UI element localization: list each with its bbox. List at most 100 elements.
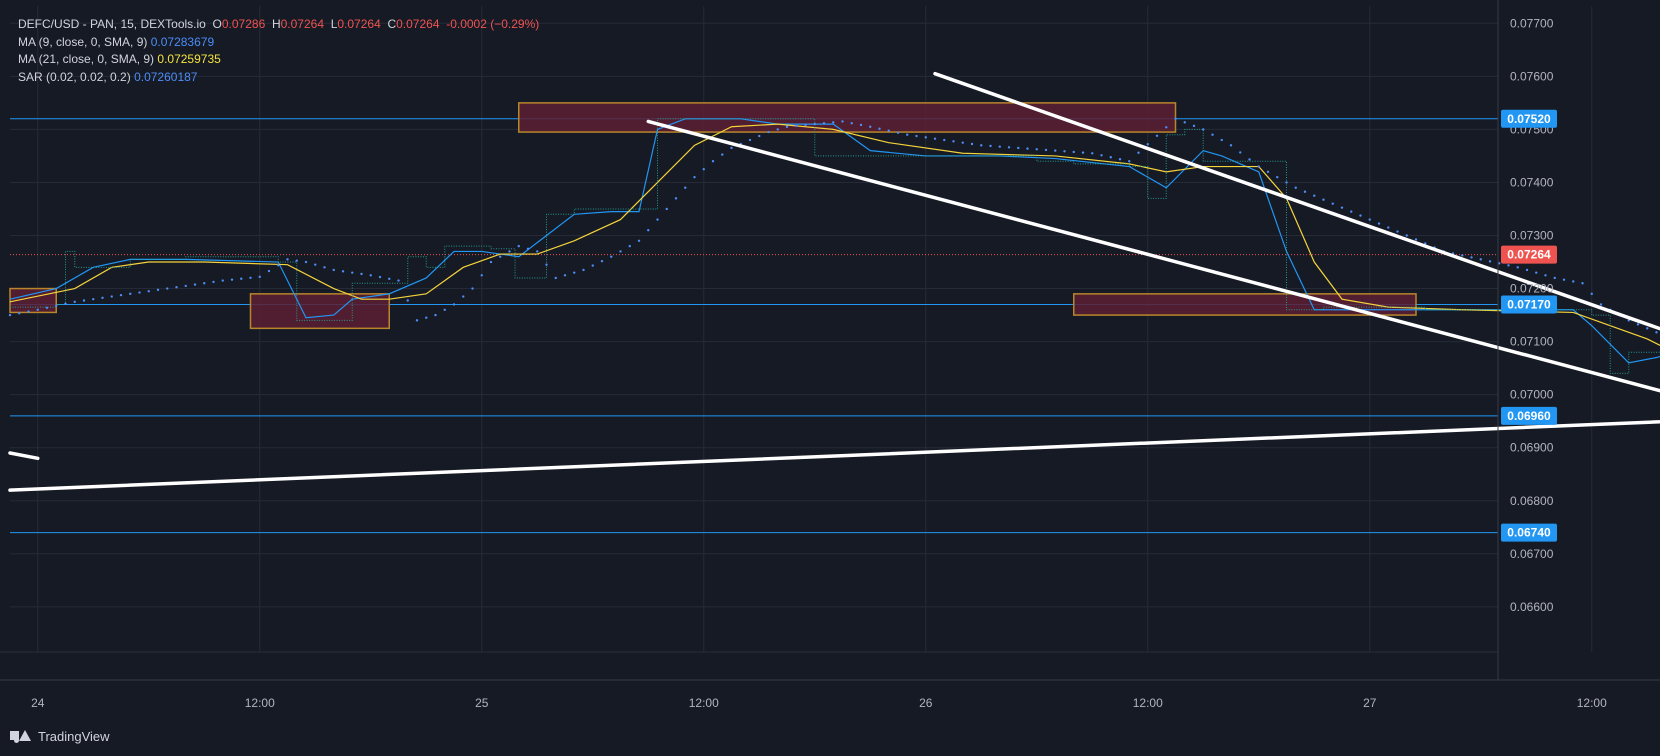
- sar-dot: [748, 138, 752, 142]
- legend-symbol-row: DEFC/USD - PAN, 15, DEXTools.io O0.07286…: [18, 16, 539, 34]
- sar-dot: [1285, 181, 1288, 184]
- sar-dot: [610, 255, 613, 258]
- sar-dot: [674, 197, 678, 200]
- sar-dot: [1387, 226, 1390, 229]
- sar-dot: [45, 306, 49, 309]
- legend-ma9[interactable]: MA (9, close, 0, SMA, 9) 0.07283679: [18, 34, 539, 52]
- sar-dot: [1581, 282, 1584, 285]
- sar-dot: [1276, 175, 1279, 179]
- y-tick-label: 0.07100: [1510, 335, 1554, 349]
- sar-dot: [665, 207, 668, 211]
- sar-dot: [554, 276, 557, 280]
- time-axis-ticks: 2412:002512:002612:002712:002812:002912:…: [31, 696, 1607, 710]
- sar-dot: [443, 308, 446, 311]
- sar-dot: [1479, 258, 1482, 261]
- trend-line: [8, 451, 40, 461]
- sar-dot: [693, 175, 696, 179]
- sar-dot: [175, 286, 178, 289]
- x-tick-label: 24: [31, 696, 45, 710]
- y-tick-label: 0.07700: [1510, 16, 1554, 30]
- y-tick-label: 0.06700: [1510, 547, 1554, 561]
- sar-dot: [869, 125, 872, 128]
- sar-dot: [887, 129, 890, 132]
- sar-dot: [1470, 256, 1473, 259]
- sar-dot: [730, 146, 733, 150]
- sar-dot: [82, 299, 86, 302]
- sar-dot: [1202, 128, 1205, 131]
- sar-dot: [332, 268, 335, 272]
- trend-line: [8, 420, 1660, 492]
- sar-dot: [1525, 268, 1529, 272]
- ohlc-open: O0.07286: [212, 17, 266, 31]
- legend-sar[interactable]: SAR (0.02, 0.02, 0.2) 0.07260187: [18, 69, 539, 87]
- tradingview-brand-label: TradingView: [38, 729, 110, 744]
- sar-dot: [480, 274, 483, 277]
- x-tick-label: 12:00: [1133, 696, 1163, 710]
- sar-dot: [536, 250, 539, 253]
- ma21-value: 0.07259735: [157, 52, 221, 66]
- sar-dot: [1368, 218, 1371, 221]
- level-price-badge: 0.06740: [1507, 526, 1551, 540]
- sar-dot: [933, 137, 937, 140]
- sar-dot: [156, 288, 160, 292]
- sar-dot: [277, 264, 280, 267]
- sar-dot: [637, 239, 641, 243]
- sar-dot: [822, 122, 826, 125]
- sar-dot: [1359, 214, 1362, 217]
- sar-dot: [628, 244, 631, 248]
- sar-dot: [64, 302, 67, 306]
- sar-dot: [267, 269, 271, 273]
- ohlc-high: H0.07264: [271, 17, 324, 31]
- sar-dot: [582, 268, 585, 272]
- ma9-value: 0.07283679: [150, 34, 215, 49]
- sar-dot: [499, 255, 502, 258]
- sar-dot: [1636, 323, 1640, 326]
- sar-dot: [1026, 147, 1029, 150]
- symbol-label: DEFC/USD - PAN, 15, DEXTools.io: [18, 17, 206, 31]
- support-resistance-zones: [9, 102, 1417, 330]
- sar-dot: [434, 313, 437, 317]
- sar-dot: [776, 128, 779, 131]
- chart-axes: [0, 0, 1660, 681]
- sar-dot: [1091, 152, 1094, 155]
- sar-dot: [1507, 264, 1510, 267]
- sar-dot: [924, 136, 927, 139]
- sar-dot: [1340, 206, 1344, 209]
- sar-label: SAR (0.02, 0.02, 0.2): [18, 69, 131, 84]
- sar-dot: [758, 134, 761, 138]
- sar-dot: [906, 133, 909, 136]
- sar-dot: [1109, 156, 1112, 159]
- sar-dot: [684, 186, 687, 189]
- sar-dot: [1405, 234, 1408, 237]
- sar-dot: [18, 312, 21, 315]
- sar-dot: [73, 300, 76, 304]
- sar-dot: [1035, 148, 1038, 151]
- sar-dot: [415, 319, 419, 322]
- sar-dot: [1572, 280, 1575, 283]
- sar-dot: [8, 313, 12, 317]
- sar-dot: [980, 144, 983, 147]
- sar-dot: [1007, 146, 1011, 149]
- sar-dot: [563, 274, 567, 277]
- sar-dot: [489, 260, 493, 264]
- sar-dot: [1174, 117, 1177, 120]
- sar-dot: [1248, 158, 1251, 161]
- sar-dot: [989, 144, 992, 148]
- sar-value: 0.07260187: [134, 69, 198, 84]
- legend-ma21[interactable]: MA (21, close, 0, SMA, 9) 0.07259735: [18, 51, 539, 69]
- sar-dot: [1183, 121, 1186, 124]
- tradingview-branding[interactable]: TradingView: [10, 729, 110, 744]
- sar-dot: [360, 272, 363, 276]
- ma9-label: MA (9, close, 0, SMA, 9): [18, 34, 148, 49]
- sar-dot: [1313, 194, 1316, 197]
- sar-dot: [970, 142, 974, 146]
- x-tick-label: 12:00: [245, 696, 275, 710]
- chart-canvas[interactable]: 0.077000.076000.075000.074000.073000.072…: [0, 0, 1660, 756]
- sar-dot: [397, 279, 400, 282]
- y-tick-label: 0.07300: [1510, 229, 1554, 243]
- sar-dot: [388, 277, 391, 281]
- sar-dot: [36, 308, 39, 311]
- ohlc-close: C0.07264: [387, 17, 440, 31]
- sar-dot: [138, 291, 141, 294]
- ohlc-low: L0.07264: [330, 17, 381, 31]
